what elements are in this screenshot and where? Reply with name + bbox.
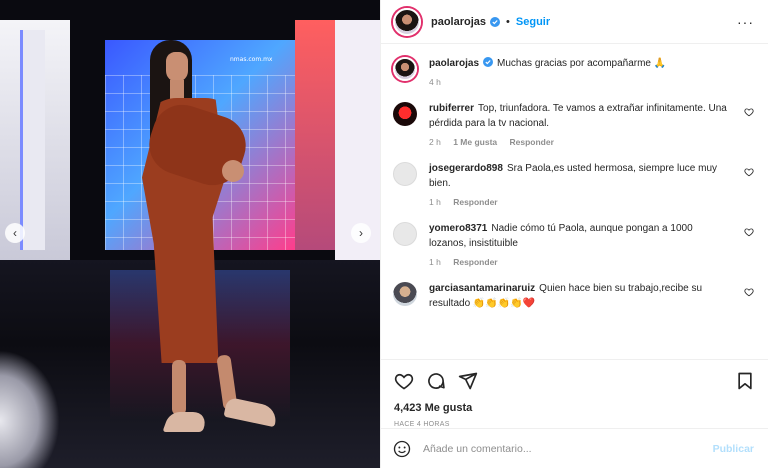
post-header: paolarojas • Seguir ··· bbox=[381, 0, 768, 44]
heart-icon[interactable] bbox=[744, 287, 754, 297]
comment-likes[interactable]: 1 Me gusta bbox=[453, 137, 497, 147]
commenter-avatar[interactable] bbox=[393, 282, 417, 306]
heart-icon[interactable] bbox=[744, 227, 754, 237]
send-icon bbox=[458, 372, 478, 390]
like-button[interactable] bbox=[393, 370, 415, 392]
chevron-right-icon: › bbox=[359, 226, 363, 240]
person-shoe-left bbox=[162, 412, 210, 432]
post-caption: paolarojas Muchas gracias por acompañarme… bbox=[393, 56, 754, 87]
caption-text: Muchas gracias por acompañarme 🙏 bbox=[497, 58, 667, 69]
share-button[interactable] bbox=[457, 370, 479, 392]
add-comment-bar: Publicar bbox=[381, 428, 768, 468]
person-leg-left bbox=[172, 360, 186, 415]
emoji-icon[interactable] bbox=[393, 440, 411, 458]
carousel-next-button[interactable]: › bbox=[351, 223, 371, 243]
comment-input[interactable] bbox=[423, 442, 713, 455]
commenter-avatar[interactable] bbox=[393, 162, 417, 186]
separator-dot: • bbox=[506, 15, 510, 28]
bookmark-icon bbox=[738, 372, 752, 390]
comment-time: 2 h bbox=[429, 137, 441, 147]
commenter-avatar[interactable] bbox=[393, 222, 417, 246]
comment-button[interactable] bbox=[425, 370, 447, 392]
post-photo: nmas.com.mx ‹ › bbox=[0, 0, 380, 468]
comments-list[interactable]: paolarojas Muchas gracias por acompañarme… bbox=[381, 44, 768, 360]
publish-button[interactable]: Publicar bbox=[713, 443, 754, 455]
comment-bubble-icon bbox=[428, 373, 445, 389]
person-neck bbox=[170, 80, 184, 100]
like-count[interactable]: 4,423 Me gusta bbox=[381, 396, 768, 414]
commenter-username[interactable]: yomero8371 bbox=[429, 223, 487, 234]
reply-button[interactable]: Responder bbox=[453, 197, 497, 207]
chevron-left-icon: ‹ bbox=[13, 226, 17, 240]
author-avatar[interactable] bbox=[393, 7, 421, 36]
reply-button[interactable]: Responder bbox=[510, 137, 554, 147]
heart-icon bbox=[394, 373, 414, 390]
commenter-username[interactable]: josegerardo898 bbox=[429, 163, 503, 174]
floor-light bbox=[0, 350, 60, 468]
comment-item: rubiferrer Top, triunfadora. Te vamos a e… bbox=[393, 101, 754, 147]
heart-icon[interactable] bbox=[744, 167, 754, 177]
post-timestamp: HACE 4 HORAS bbox=[394, 421, 450, 428]
person-hands bbox=[222, 160, 244, 182]
reply-button[interactable]: Responder bbox=[453, 257, 497, 267]
post-actions bbox=[381, 360, 768, 396]
studio-screen-text: nmas.com.mx bbox=[230, 56, 273, 63]
verified-badge-icon bbox=[483, 57, 494, 67]
verified-badge-icon bbox=[490, 16, 501, 27]
save-button[interactable] bbox=[734, 370, 756, 392]
caption-time: 4 h bbox=[429, 77, 441, 87]
commenter-avatar[interactable] bbox=[393, 102, 417, 126]
commenter-username[interactable]: rubiferrer bbox=[429, 103, 474, 114]
person-face bbox=[166, 52, 188, 82]
comment-item: garciasantamarinaruiz Quien hace bien su … bbox=[393, 281, 754, 311]
follow-button[interactable]: Seguir bbox=[516, 16, 550, 28]
commenter-username[interactable]: garciasantamarinaruiz bbox=[429, 283, 535, 294]
studio-panel-left-accent bbox=[20, 30, 45, 250]
carousel-prev-button[interactable]: ‹ bbox=[5, 223, 25, 243]
caption-username[interactable]: paolarojas bbox=[429, 58, 479, 69]
instagram-post-window: nmas.com.mx ‹ › paolarojas • Seguir ··· … bbox=[0, 0, 768, 468]
caption-avatar[interactable] bbox=[393, 57, 417, 81]
comment-item: yomero8371 Nadie cómo tú Paola, aunque po… bbox=[393, 221, 754, 267]
post-side-panel: paolarojas • Seguir ··· paolarojas Muchas… bbox=[380, 0, 768, 468]
comment-item: josegerardo898 Sra Paola,es usted hermosa… bbox=[393, 161, 754, 207]
comment-time: 1 h bbox=[429, 197, 441, 207]
heart-icon[interactable] bbox=[744, 107, 754, 117]
comment-time: 1 h bbox=[429, 257, 441, 267]
more-options-icon[interactable]: ··· bbox=[737, 14, 754, 30]
author-username[interactable]: paolarojas bbox=[431, 16, 486, 28]
